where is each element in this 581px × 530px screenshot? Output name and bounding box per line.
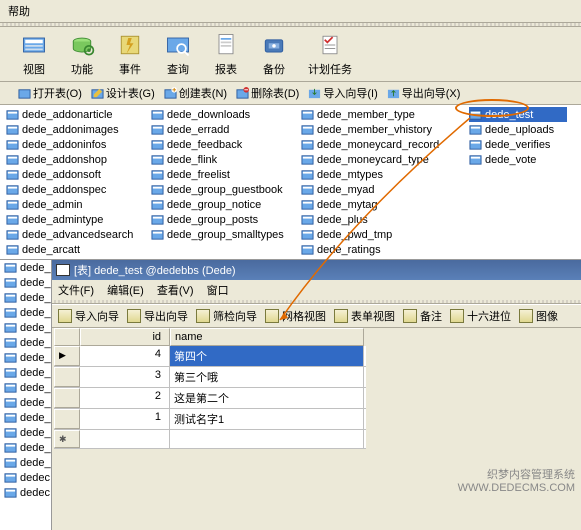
- child-menubar: 文件(F) 编辑(E) 查看(V) 窗口: [52, 280, 581, 300]
- table-item[interactable]: dede_vote: [469, 152, 567, 167]
- table-item[interactable]: dedec: [0, 485, 51, 500]
- table-item[interactable]: dede_: [0, 440, 51, 455]
- table-item[interactable]: dede_feedback: [151, 137, 289, 152]
- table-item[interactable]: dede_group_guestbook: [151, 182, 289, 197]
- child-export-btn[interactable]: 导出向导: [127, 308, 188, 324]
- main-menu: 帮助: [0, 0, 581, 23]
- delete-table-action[interactable]: 删除表(D): [232, 85, 303, 101]
- table-item[interactable]: dedec: [0, 470, 51, 485]
- table-item[interactable]: dede_plus: [301, 212, 457, 227]
- table-item[interactable]: dede_verifies: [469, 137, 567, 152]
- table-item[interactable]: dede_: [0, 410, 51, 425]
- toolbar-func[interactable]: 功能: [68, 31, 96, 77]
- grid-header: id name: [54, 328, 366, 346]
- table-item[interactable]: dede_flink: [151, 152, 289, 167]
- child-hex-btn[interactable]: 十六进位: [450, 308, 511, 324]
- child-gridview-btn[interactable]: 网格视图: [265, 308, 326, 324]
- watermark: 织梦内容管理系统WWW.DEDECMS.COM: [458, 466, 575, 494]
- table-item[interactable]: dede_moneycard_type: [301, 152, 457, 167]
- table-item[interactable]: dede_addonsoft: [6, 167, 139, 182]
- child-filter-btn[interactable]: 筛检向导: [196, 308, 257, 324]
- grid-corner[interactable]: [54, 328, 80, 346]
- child-menu-view[interactable]: 查看(V): [157, 285, 194, 297]
- grid-row[interactable]: 1测试名字1: [54, 409, 366, 430]
- table-item[interactable]: dede_: [0, 305, 51, 320]
- toolbar-report[interactable]: 报表: [212, 31, 240, 77]
- main-toolbar: 视图 功能 事件 查询 报表 备份 计划任务: [0, 27, 581, 82]
- toolbar-query[interactable]: 查询: [164, 31, 192, 77]
- table-item[interactable]: dede_addonimages: [6, 122, 139, 137]
- export-wizard-action[interactable]: 导出向导(X): [383, 85, 465, 101]
- child-toolbar: 导入向导 导出向导 筛检向导 网格视图 表单视图 备注 十六进位 图像: [52, 304, 581, 328]
- table-item[interactable]: dede_advancedsearch: [6, 227, 139, 242]
- child-memo-btn[interactable]: 备注: [403, 308, 442, 324]
- table-item[interactable]: dede_group_smalltypes: [151, 227, 289, 242]
- table-item[interactable]: dede_addoninfos: [6, 137, 139, 152]
- table-item[interactable]: dede_: [0, 275, 51, 290]
- import-wizard-action[interactable]: 导入向导(I): [304, 85, 381, 101]
- toolbar-view[interactable]: 视图: [20, 31, 48, 77]
- child-menu-window[interactable]: 窗口: [207, 285, 229, 297]
- table-item[interactable]: dede_addonarticle: [6, 107, 139, 122]
- side-list: dede_dede_dede_dede_dede_dede_dede_dede_…: [0, 260, 52, 530]
- help-menu[interactable]: 帮助: [8, 6, 30, 18]
- table-item[interactable]: dede_: [0, 350, 51, 365]
- grid-row[interactable]: 4第四个: [54, 346, 366, 367]
- table-item[interactable]: dede_member_vhistory: [301, 122, 457, 137]
- toolbar-schedule[interactable]: 计划任务: [308, 31, 352, 77]
- table-item[interactable]: dede_group_notice: [151, 197, 289, 212]
- table-item[interactable]: dede_moneycard_record: [301, 137, 457, 152]
- table-item[interactable]: dede_: [0, 290, 51, 305]
- data-grid[interactable]: id name 4第四个3第三个哦2这是第二个1测试名字1: [54, 328, 366, 449]
- table-item[interactable]: dede_member_type: [301, 107, 457, 122]
- col-id[interactable]: id: [80, 328, 170, 346]
- table-item[interactable]: dede_uploads: [469, 122, 567, 137]
- grid-new-row[interactable]: [54, 430, 366, 449]
- table-item[interactable]: dede_test: [469, 107, 567, 122]
- table-item[interactable]: dede_arcatt: [6, 242, 139, 257]
- child-titlebar[interactable]: [表] dede_test @dedebbs (Dede): [52, 260, 581, 280]
- table-item[interactable]: dede_: [0, 425, 51, 440]
- toolbar-event[interactable]: 事件: [116, 31, 144, 77]
- open-table-action[interactable]: 打开表(O): [14, 85, 86, 101]
- table-item[interactable]: dede_admin: [6, 197, 139, 212]
- table-item[interactable]: dede_: [0, 320, 51, 335]
- table-item[interactable]: dede_downloads: [151, 107, 289, 122]
- table-item[interactable]: dede_erradd: [151, 122, 289, 137]
- table-item[interactable]: dede_: [0, 395, 51, 410]
- child-image-btn[interactable]: 图像: [519, 308, 558, 324]
- table-item[interactable]: dede_pwd_tmp: [301, 227, 457, 242]
- table-icon: [56, 264, 70, 276]
- grid-row[interactable]: 2这是第二个: [54, 388, 366, 409]
- toolbar-backup[interactable]: 备份: [260, 31, 288, 77]
- child-menu-file[interactable]: 文件(F): [58, 285, 94, 297]
- child-import-btn[interactable]: 导入向导: [58, 308, 119, 324]
- grid-row[interactable]: 3第三个哦: [54, 367, 366, 388]
- table-item[interactable]: dede_group_posts: [151, 212, 289, 227]
- child-menu-edit[interactable]: 编辑(E): [107, 285, 144, 297]
- design-table-action[interactable]: 设计表(G): [87, 85, 159, 101]
- table-item[interactable]: dede_: [0, 455, 51, 470]
- col-name[interactable]: name: [170, 328, 364, 346]
- create-table-action[interactable]: 创建表(N): [160, 85, 231, 101]
- table-item[interactable]: dede_: [0, 335, 51, 350]
- action-toolbar: 打开表(O) 设计表(G) 创建表(N) 删除表(D) 导入向导(I) 导出向导…: [0, 82, 581, 105]
- child-formview-btn[interactable]: 表单视图: [334, 308, 395, 324]
- table-item[interactable]: dede_addonspec: [6, 182, 139, 197]
- table-list: dede_addonarticledede_addonimagesdede_ad…: [0, 105, 581, 260]
- table-item[interactable]: dede_freelist: [151, 167, 289, 182]
- table-item[interactable]: dede_mtypes: [301, 167, 457, 182]
- table-item[interactable]: dede_: [0, 260, 51, 275]
- table-item[interactable]: dede_: [0, 365, 51, 380]
- table-item[interactable]: dede_ratings: [301, 242, 457, 257]
- table-item[interactable]: dede_admintype: [6, 212, 139, 227]
- table-item[interactable]: dede_addonshop: [6, 152, 139, 167]
- table-item[interactable]: dede_mytag: [301, 197, 457, 212]
- table-item[interactable]: dede_: [0, 380, 51, 395]
- table-item[interactable]: dede_myad: [301, 182, 457, 197]
